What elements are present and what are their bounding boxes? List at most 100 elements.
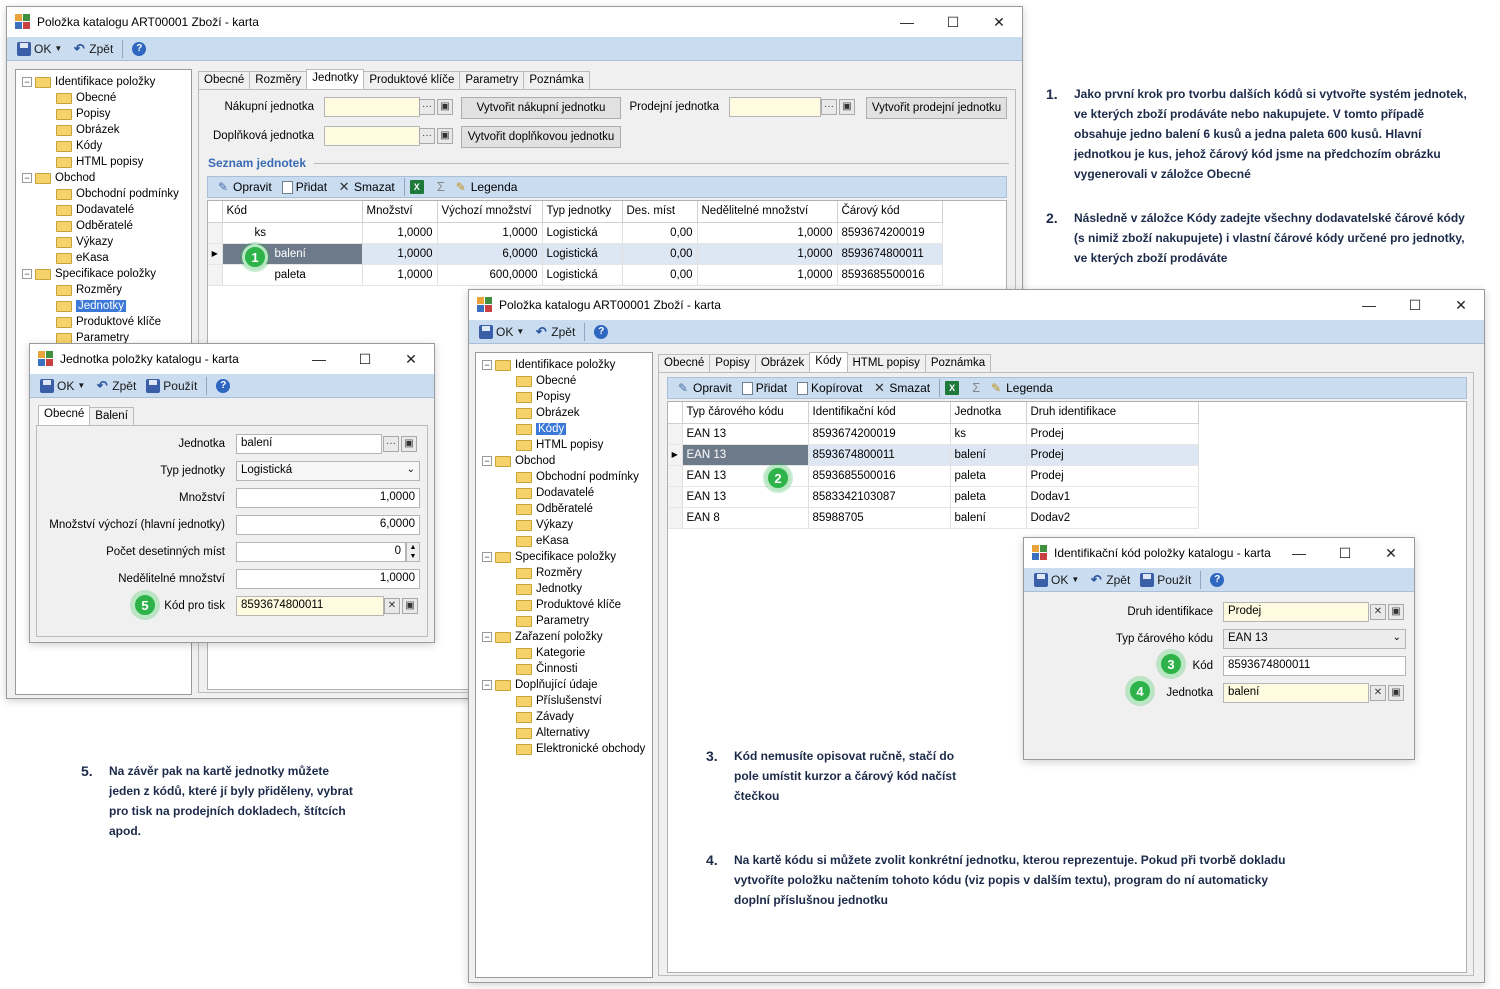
- column-header[interactable]: Množství: [362, 201, 438, 223]
- tree-item[interactable]: Dodavatelé: [16, 202, 191, 218]
- tree-item[interactable]: Popisy: [16, 106, 191, 122]
- excel-icon[interactable]: X: [945, 381, 960, 395]
- tree-item[interactable]: Jednotky: [16, 298, 191, 314]
- excel-icon[interactable]: X: [409, 180, 424, 194]
- create-sales-unit-button[interactable]: Vytvořit prodejní jednotku: [866, 97, 1007, 119]
- edit-button[interactable]: ✎ Opravit: [672, 381, 736, 395]
- close-icon[interactable]: ✕: [1438, 290, 1484, 320]
- collapse-icon[interactable]: −: [482, 552, 492, 562]
- tree-item[interactable]: − Identifikace položky: [476, 357, 652, 373]
- help-button[interactable]: ?: [212, 376, 234, 396]
- identification-kind-input[interactable]: Prodej: [1223, 602, 1369, 622]
- code-input[interactable]: 8593674800011: [1223, 656, 1406, 676]
- tree-item[interactable]: HTML popisy: [16, 154, 191, 170]
- back-button[interactable]: ↶ Zpět: [1085, 570, 1134, 590]
- tree-item[interactable]: Popisy: [476, 389, 652, 405]
- tree-item[interactable]: Výkazy: [16, 234, 191, 250]
- tree-item[interactable]: Závady: [476, 709, 652, 725]
- tab[interactable]: Kódy: [809, 352, 848, 372]
- legend-button[interactable]: ✎ Legenda: [450, 180, 522, 194]
- create-purchase-unit-button[interactable]: Vytvořit nákupní jednotku: [461, 97, 621, 119]
- column-header[interactable]: Typ čárového kódu: [682, 402, 809, 424]
- unit-input[interactable]: balení: [1223, 683, 1369, 703]
- detail-icon[interactable]: ▣: [1388, 604, 1404, 620]
- apply-button[interactable]: Použít: [142, 376, 201, 396]
- tree-item[interactable]: − Obchod: [476, 453, 652, 469]
- table-row[interactable]: EAN 13 8593685500016 paleta Prodej: [668, 465, 1199, 487]
- column-header[interactable]: Nedělitelné množství: [697, 201, 838, 223]
- tree-item[interactable]: Kódy: [16, 138, 191, 154]
- additional-unit-input[interactable]: [324, 126, 420, 146]
- table-row[interactable]: EAN 13 8593674200019 ks Prodej: [668, 423, 1199, 445]
- create-additional-unit-button[interactable]: Vytvořit doplňkovou jednotku: [461, 126, 621, 148]
- tree-item[interactable]: Obchodní podmínky: [16, 186, 191, 202]
- collapse-icon[interactable]: −: [482, 456, 492, 466]
- detail-icon[interactable]: ▣: [402, 598, 418, 614]
- tree-item[interactable]: Výkazy: [476, 517, 652, 533]
- tree-item[interactable]: Produktové klíče: [476, 597, 652, 613]
- browse-icon[interactable]: ···: [419, 99, 435, 115]
- minimize-icon[interactable]: —: [1346, 290, 1392, 320]
- browse-icon[interactable]: ···: [821, 99, 837, 115]
- add-button[interactable]: Přidat: [278, 180, 331, 194]
- column-header[interactable]: Jednotka: [950, 402, 1027, 424]
- back-button[interactable]: ↶ Zpět: [68, 39, 117, 59]
- tree-item[interactable]: Jednotky: [476, 581, 652, 597]
- collapse-icon[interactable]: −: [22, 269, 32, 279]
- unit-type-select[interactable]: Logistická ⌄: [236, 461, 420, 481]
- table-row[interactable]: ks 1,0000 1,0000 Logistická 0,00 1,0000 859367…: [208, 222, 943, 244]
- sales-unit-input[interactable]: [729, 97, 821, 117]
- add-button[interactable]: Přidat: [738, 381, 791, 395]
- decimals-input[interactable]: 0: [236, 542, 406, 562]
- tree-item[interactable]: eKasa: [16, 250, 191, 266]
- back-button[interactable]: ↶ Zpět: [91, 376, 140, 396]
- clear-icon[interactable]: ✕: [384, 598, 400, 614]
- tab[interactable]: Rozměry: [249, 71, 308, 89]
- tab[interactable]: Obecné: [198, 71, 251, 89]
- tree-item[interactable]: eKasa: [476, 533, 652, 549]
- table-row[interactable]: EAN 8 85988705 balení Dodav2: [668, 507, 1199, 529]
- help-button[interactable]: ?: [1206, 570, 1228, 590]
- collapse-icon[interactable]: −: [482, 680, 492, 690]
- browse-icon[interactable]: ···: [419, 128, 435, 144]
- copy-button[interactable]: Kopírovat: [793, 381, 866, 395]
- column-header[interactable]: Kód: [222, 201, 363, 223]
- tree-item[interactable]: Kategorie: [476, 645, 652, 661]
- tab[interactable]: Obecné: [38, 405, 91, 425]
- tab[interactable]: Produktové klíče: [363, 71, 461, 89]
- tree-item[interactable]: − Zařazení položky: [476, 629, 652, 645]
- tree-item[interactable]: − Specifikace položky: [476, 549, 652, 565]
- tree-item[interactable]: Elektronické obchody: [476, 741, 652, 757]
- tab[interactable]: Poznámka: [523, 71, 590, 89]
- column-header[interactable]: Výchozí množství: [437, 201, 543, 223]
- detail-icon[interactable]: ▣: [437, 128, 453, 144]
- tree-item[interactable]: Obrázek: [16, 122, 191, 138]
- clear-icon[interactable]: ✕: [1370, 604, 1386, 620]
- table-row[interactable]: EAN 13 8583342103087 paleta Dodav1: [668, 486, 1199, 508]
- apply-button[interactable]: Použít: [1136, 570, 1195, 590]
- tree-item[interactable]: − Specifikace položky: [16, 266, 191, 282]
- close-icon[interactable]: ✕: [1368, 538, 1414, 568]
- tab[interactable]: Obecné: [658, 354, 711, 372]
- help-button[interactable]: ?: [590, 322, 612, 342]
- tree-item[interactable]: Dodavatelé: [476, 485, 652, 501]
- tree-item[interactable]: Rozměry: [476, 565, 652, 581]
- sum-icon[interactable]: Σ: [969, 381, 983, 395]
- collapse-icon[interactable]: −: [482, 632, 492, 642]
- tree-item[interactable]: Odběratelé: [476, 501, 652, 517]
- tree-item[interactable]: Kódy: [476, 421, 652, 437]
- maximize-icon[interactable]: ☐: [342, 344, 388, 374]
- tree-item[interactable]: Parametry: [476, 613, 652, 629]
- tab[interactable]: Jednotky: [306, 69, 365, 89]
- tree-item[interactable]: Činnosti: [476, 661, 652, 677]
- help-button[interactable]: ?: [128, 39, 150, 59]
- tree-item[interactable]: Obchodní podmínky: [476, 469, 652, 485]
- tree-item[interactable]: − Doplňující údaje: [476, 677, 652, 693]
- tab[interactable]: Obrázek: [754, 354, 811, 372]
- table-row[interactable]: ▶ EAN 13 8593674800011 balení Prodej: [668, 444, 1199, 466]
- collapse-icon[interactable]: −: [482, 360, 492, 370]
- ok-button[interactable]: OK ▼: [475, 322, 528, 342]
- detail-icon[interactable]: ▣: [839, 99, 855, 115]
- clear-icon[interactable]: ✕: [1370, 685, 1386, 701]
- tree-item[interactable]: Obecné: [476, 373, 652, 389]
